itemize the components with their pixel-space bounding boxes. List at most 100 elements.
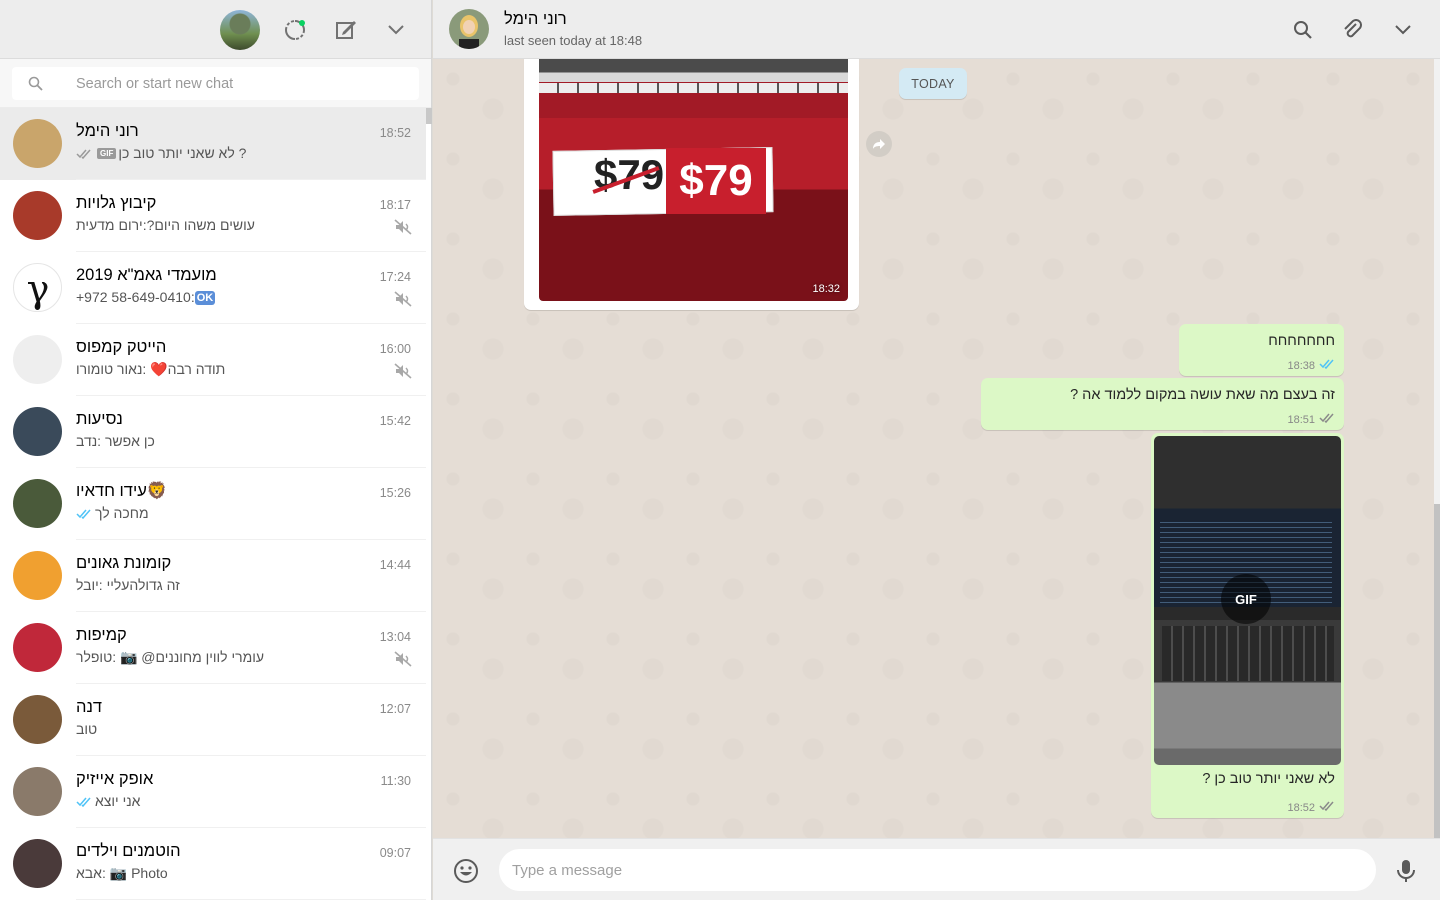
chat-list-item[interactable]: קמיפות 13:04 עומרי לווין מחוננים@ 📷 :טופלר (0, 612, 426, 684)
ok-emoji-badge: OK (194, 291, 216, 305)
chat-item-body: קיבוץ גלויות 18:17 עושים משהו היום?:ירום מ… (76, 180, 426, 252)
chat-item-body: רוני הימל 18:52 GIF לא שאני יותר טוב כן ? (76, 108, 426, 180)
shoe-price-photo[interactable]: $79 $79 18:32 (539, 59, 848, 301)
outgoing-message[interactable]: זה בעצם מה שאת עושה במקום ללמוד אה ? 18:… (981, 378, 1344, 430)
chat-list-item[interactable]: 🦁עידו חדאיו 15:26 מחכה לך (0, 468, 426, 540)
chat-list-item[interactable]: קיבוץ גלויות 18:17 עושים משהו היום?:ירום מ… (0, 180, 426, 252)
chat-preview-text: אני יוצא (95, 793, 141, 809)
chat-preview: תודה רבה❤️ :נאור טומורו (76, 361, 225, 378)
status-icon[interactable] (281, 16, 309, 44)
sidebar: רוני הימל 18:52 GIFלא שאני יותר טוב כן ? קי… (0, 0, 432, 900)
chat-avatar (13, 119, 62, 168)
chat-time: 12:07 (379, 702, 411, 716)
chat-name: קמיפות (76, 626, 127, 644)
message-input[interactable] (499, 849, 1376, 891)
chat-preview: אני יוצא (76, 793, 140, 810)
chat-item-body: הוטמנים וילדים 09:07 אבא: 📷 Photo (76, 828, 426, 900)
new-price: $79 (666, 148, 766, 214)
mic-icon[interactable] (1395, 858, 1417, 887)
profile-avatar[interactable] (220, 10, 260, 50)
search-messages-icon[interactable] (1289, 16, 1317, 44)
outgoing-gif-message[interactable]: GIF לא שאני יותר טוב כן ? 18:52 (1151, 433, 1344, 818)
chat-avatar (13, 479, 62, 528)
chat-list-item[interactable]: γ מועמדי גאמ"א 2019 17:24 +972 58-649-0410:… (0, 252, 426, 324)
chat-name: קומונת גאונים (76, 554, 172, 572)
read-ticks-icon (76, 506, 92, 522)
gif-badge: GIF (97, 148, 117, 159)
delivered-ticks-icon (1319, 413, 1335, 426)
chat-name: מועמדי גאמ"א 2019 (76, 266, 217, 284)
chat-list-item[interactable]: הוטמנים וילדים 09:07 אבא: 📷 Photo (0, 828, 426, 900)
search-box (12, 67, 419, 100)
contact-avatar[interactable] (449, 9, 489, 49)
message-time: 18:51 (1287, 413, 1315, 426)
chat-time: 09:07 (379, 846, 411, 860)
chat-avatar: γ (13, 263, 62, 312)
chat-preview: +972 58-649-0410: OK (76, 289, 216, 305)
chat-name: אופק אייזיק (76, 770, 154, 788)
chat-preview: טוב (76, 721, 97, 737)
chat-avatar (13, 695, 62, 744)
laptop-gif[interactable]: GIF (1154, 436, 1341, 765)
shoe-sole (539, 83, 848, 93)
chat-item-body: אופק אייזיק 11:30 אני יוצא (76, 756, 426, 828)
chat-item-body: דנה 12:07 טוב (76, 684, 426, 756)
scroll-thumb[interactable] (1434, 504, 1440, 838)
message-time: 18:32 (812, 283, 840, 295)
chat-preview-text: מחכה לך (95, 505, 149, 521)
emoji-icon[interactable] (453, 858, 479, 887)
message-meta: 18:51 (1287, 413, 1335, 426)
chat-list-item[interactable]: נסיעות 15:42 כן אפשר :נדב (0, 396, 426, 468)
chat-list-item[interactable]: הייטק קמפוס 16:00 תודה רבה❤️ :נאור טומורו (0, 324, 426, 396)
chat-list-scrollbar[interactable] (426, 108, 432, 124)
chat-avatar (13, 335, 62, 384)
chat-avatar (13, 839, 62, 888)
mute-icon (394, 363, 412, 382)
chat-time: 18:17 (379, 198, 411, 212)
chat-preview-text: לא שאני יותר טוב כן ? (118, 145, 247, 161)
chat-list-item[interactable]: רוני הימל 18:52 GIF לא שאני יותר טוב כן ? (0, 108, 426, 180)
chat-preview-text: תודה רבה❤️ :נאור טומורו (76, 361, 226, 377)
laptop-keyboard (1162, 626, 1334, 681)
chat-time: 13:04 (379, 630, 411, 644)
outgoing-message[interactable]: חחחחחחח 18:38 (1179, 324, 1344, 376)
incoming-image-message[interactable]: $79 $79 18:32 (524, 59, 859, 310)
chat-preview: עומרי לווין מחוננים@ 📷 :טופלר (76, 649, 264, 666)
chat-time: 11:30 (380, 774, 411, 788)
chat-item-body: מועמדי גאמ"א 2019 17:24 +972 58-649-0410: O… (76, 252, 426, 324)
chat-name: קיבוץ גלויות (76, 194, 157, 212)
message-meta: 18:52 (1287, 801, 1335, 814)
gif-play-button[interactable]: GIF (1221, 574, 1271, 624)
chat-avatar (13, 767, 62, 816)
chat-name: הוטמנים וילדים (76, 842, 181, 860)
chat-name: 🦁עידו חדאיו (76, 482, 168, 500)
contact-status: last seen today at 18:48 (504, 33, 643, 48)
menu-chevron-icon[interactable] (382, 16, 410, 44)
chat-preview-text: עומרי לווין מחוננים@ 📷 :טופלר (76, 649, 265, 665)
new-chat-icon[interactable] (332, 16, 360, 44)
message-area: $79 $79 18:32 TODAY חחחחחחח 18:38 זה בעצ… (433, 59, 1434, 838)
mute-icon (394, 651, 412, 670)
search-icon (28, 76, 43, 94)
chat-preview-text: עושים משהו היום?:ירום מדעית (76, 217, 255, 233)
conversation-header[interactable]: רוני הימל last seen today at 18:48 (433, 0, 1440, 59)
chat-list-item[interactable]: דנה 12:07 טוב (0, 684, 426, 756)
chat-name: רוני הימל (76, 122, 139, 140)
conversation-pane: רוני הימל last seen today at 18:48 $79 $… (433, 0, 1440, 900)
message-scrollbar[interactable] (1434, 59, 1440, 838)
chat-list-item[interactable]: קומונת גאונים 14:44 זה גדולהעליי :יובל (0, 540, 426, 612)
chat-avatar (13, 551, 62, 600)
chat-preview: זה גדולהעליי :יובל (76, 577, 180, 593)
chat-item-body: הייטק קמפוס 16:00 תודה רבה❤️ :נאור טומורו (76, 324, 426, 396)
delivered-ticks-icon (1319, 801, 1335, 814)
conversation-menu-icon[interactable] (1389, 16, 1417, 44)
compose-bar (433, 838, 1440, 900)
attach-icon[interactable] (1339, 16, 1367, 44)
chat-preview-text: +972 58-649-0410: (76, 289, 195, 305)
chat-name: דנה (76, 698, 103, 716)
chat-preview: עושים משהו היום?:ירום מדעית (76, 217, 255, 233)
chat-list-item[interactable]: אופק אייזיק 11:30 אני יוצא (0, 756, 426, 828)
svg-text:γ: γ (27, 267, 50, 311)
forward-icon[interactable] (866, 131, 892, 157)
search-input[interactable] (76, 67, 406, 100)
